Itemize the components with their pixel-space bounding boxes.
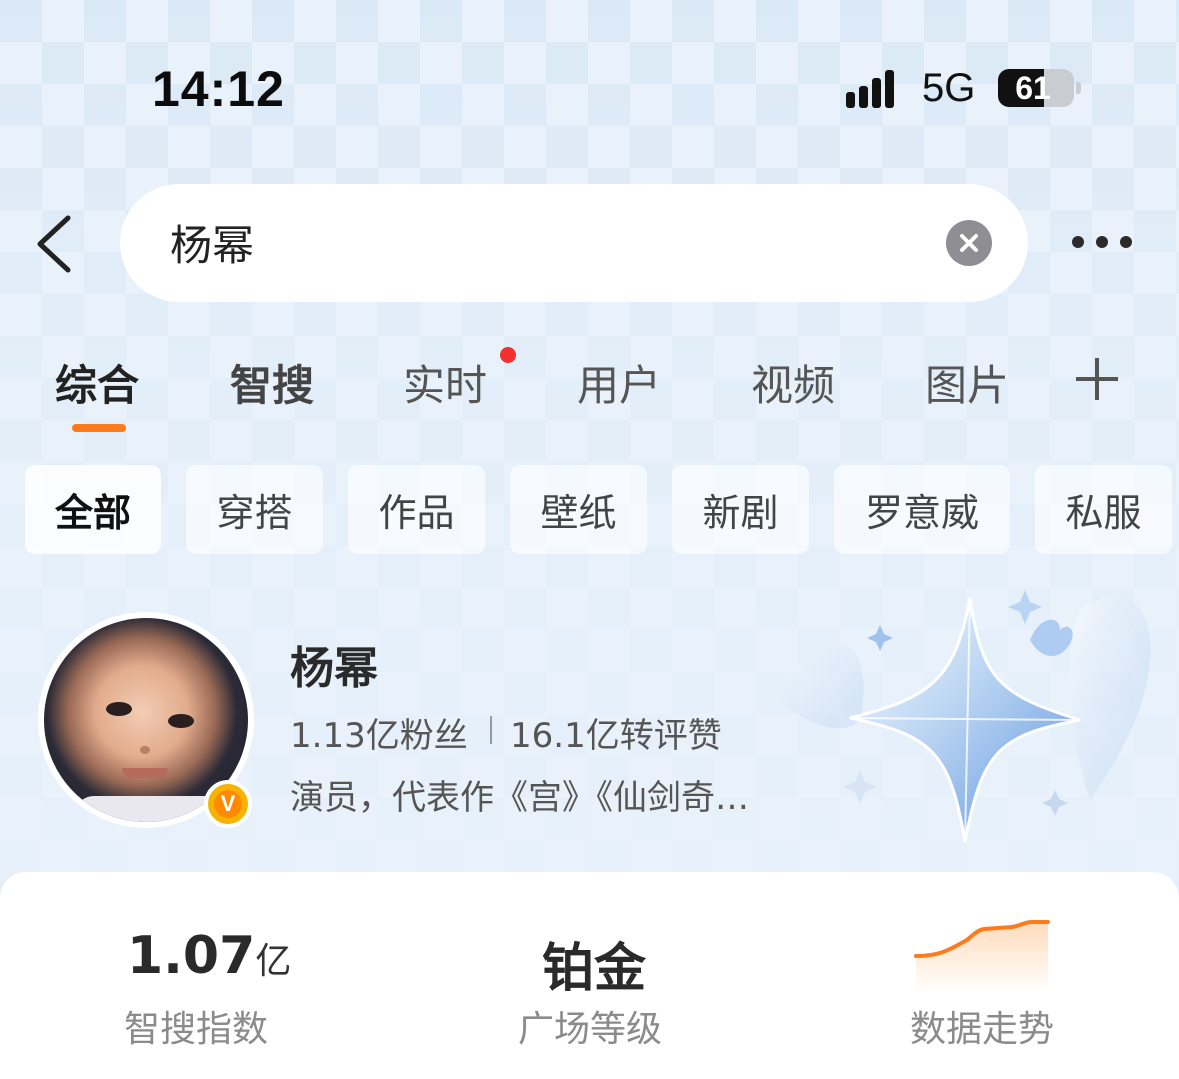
battery-icon: 61 (998, 69, 1074, 107)
divider (490, 716, 492, 744)
smart-search-index-unit: 亿 (255, 941, 292, 982)
network-label: 5G (922, 66, 976, 110)
square-level-value[interactable]: 铂金 (542, 926, 646, 1001)
tab-images[interactable]: 图片 (925, 352, 1009, 413)
battery-level: 61 (1015, 70, 1051, 106)
status-time: 14:12 (152, 61, 285, 117)
smart-search-index-value[interactable]: 1.07亿 (127, 926, 291, 986)
filter-chip-wallpaper[interactable]: 壁纸 (510, 465, 647, 554)
realtime-notification-dot (500, 347, 516, 363)
search-bar[interactable] (120, 184, 1028, 302)
profile-likes: 16.1亿转评赞 (510, 716, 722, 756)
square-level-label: 广场等级 (518, 1009, 663, 1050)
filter-chip-all[interactable]: 全部 (25, 465, 161, 554)
active-tab-indicator (72, 424, 126, 432)
tab-users[interactable]: 用户 (577, 352, 661, 413)
filter-chip-works[interactable]: 作品 (348, 465, 485, 554)
filter-chip-new-drama[interactable]: 新剧 (672, 465, 809, 554)
search-input[interactable] (170, 218, 870, 266)
tab-videos[interactable]: 视频 (751, 352, 835, 413)
data-trend-sparkline-icon[interactable] (912, 912, 1052, 992)
profile-name[interactable]: 杨幂 (290, 632, 378, 696)
data-trend-label: 数据走势 (910, 1009, 1055, 1050)
more-options-icon[interactable] (1068, 230, 1138, 254)
filter-chip-loewe[interactable]: 罗意威 (834, 465, 1010, 554)
back-chevron-icon[interactable] (32, 212, 80, 276)
add-tab-icon[interactable] (1076, 358, 1118, 400)
smart-search-index-number: 1.07 (127, 926, 256, 986)
filter-chip-private-clothing[interactable]: 私服 (1035, 465, 1172, 554)
verified-badge-icon: V (204, 780, 252, 828)
profile-description: 演员，代表作《宫》《仙剑奇… (290, 778, 749, 818)
tab-realtime[interactable]: 实时 (403, 352, 487, 413)
crystal-star-decoration-icon (778, 590, 1151, 843)
clear-search-icon[interactable] (946, 220, 992, 266)
tab-comprehensive[interactable]: 综合 (55, 352, 139, 413)
tab-smart-search[interactable]: 智搜 (230, 352, 314, 413)
signal-icon (846, 68, 906, 108)
profile-fans: 1.13亿粉丝 (290, 716, 468, 756)
smart-search-index-label: 智搜指数 (124, 1009, 269, 1050)
battery-cap (1076, 82, 1081, 94)
filter-chip-outfits[interactable]: 穿搭 (186, 465, 323, 554)
